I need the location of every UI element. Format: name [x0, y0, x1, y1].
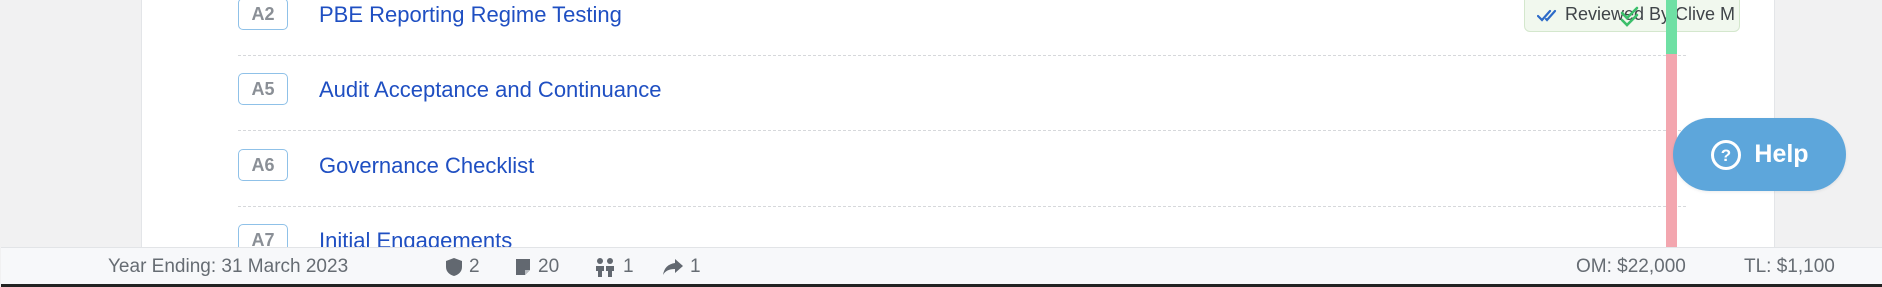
notes-count-value: 20 [538, 256, 560, 277]
question-circle-icon: ? [1711, 139, 1742, 170]
help-button[interactable]: ? Help [1673, 118, 1846, 191]
people-count-value: 1 [623, 256, 634, 277]
shield-icon [446, 258, 462, 276]
list-item[interactable]: A5 Audit Acceptance and Continuance [238, 55, 1686, 131]
workpaper-list: A2 PBE Reporting Regime Testing Reviewed… [141, 0, 1775, 250]
item-code: A6 [238, 149, 288, 181]
share-count[interactable]: 1 [662, 256, 701, 278]
status-strip-reviewed [1666, 0, 1677, 54]
shield-count-value: 2 [469, 256, 480, 277]
reviewed-badge-label: Reviewed By Clive M [1565, 4, 1736, 24]
check-icon[interactable] [1620, 6, 1642, 28]
item-code: A2 [238, 0, 288, 30]
double-check-icon [1537, 9, 1557, 22]
item-title-link[interactable]: Audit Acceptance and Continuance [319, 77, 661, 103]
list-item[interactable]: A2 PBE Reporting Regime Testing [238, 0, 1686, 56]
item-title-link[interactable]: PBE Reporting Regime Testing [319, 2, 622, 28]
item-title-link[interactable]: Governance Checklist [319, 153, 534, 179]
share-icon [663, 259, 683, 275]
help-label: Help [1754, 140, 1809, 168]
year-ending: Year Ending: 31 March 2023 [108, 256, 349, 277]
notes-count[interactable]: 20 [514, 256, 559, 278]
om-value: OM: $22,000 [1576, 256, 1686, 277]
list-item[interactable]: A7 Initial Engagements [238, 206, 1686, 250]
svg-text:?: ? [1721, 146, 1731, 165]
status-bar: Year Ending: 31 March 2023 2 20 1 1 OM: … [1, 247, 1882, 287]
list-item[interactable]: A6 Governance Checklist [238, 131, 1686, 207]
shield-count[interactable]: 2 [445, 256, 480, 278]
people-icon [596, 258, 614, 277]
tl-value: TL: $1,100 [1744, 256, 1835, 277]
item-code: A5 [238, 73, 288, 105]
share-count-value: 1 [690, 256, 701, 277]
people-count[interactable]: 1 [593, 256, 634, 278]
notes-icon [516, 259, 530, 275]
